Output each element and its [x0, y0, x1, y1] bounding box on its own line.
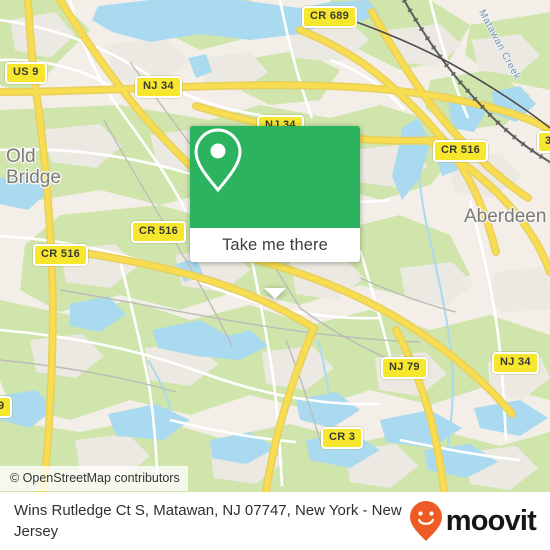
map-canvas[interactable]: Old Bridge Aberdeen Matawan Creek US 9 N…: [0, 0, 550, 492]
road-shield-cr3[interactable]: CR 3: [321, 427, 364, 449]
moovit-wordmark: moovit: [445, 504, 537, 537]
road-shield-cr516-mid[interactable]: CR 516: [131, 221, 187, 243]
place-label-aberdeen: Aberdeen: [464, 206, 547, 227]
moovit-logo[interactable]: moovit: [409, 500, 537, 542]
road-shield-cr689[interactable]: CR 689: [302, 6, 358, 28]
road-shield-nj79[interactable]: NJ 79: [381, 357, 428, 379]
location-callout-card[interactable]: Take me there: [190, 126, 360, 299]
map-pin-icon: [194, 128, 242, 193]
callout-tail: [264, 288, 286, 299]
take-me-there-label: Take me there: [222, 235, 328, 254]
address-label: Wins Rutledge Ct S, Matawan, NJ 07747, N…: [14, 502, 402, 540]
place-label-old-bridge: Old Bridge: [6, 146, 61, 188]
road-shield-nj34-south[interactable]: NJ 34: [492, 352, 539, 374]
moovit-pin-icon: [409, 501, 442, 541]
osm-attribution[interactable]: © OpenStreetMap contributors: [0, 466, 188, 491]
moovit-map-screenshot: Old Bridge Aberdeen Matawan Creek US 9 N…: [0, 0, 550, 550]
osm-attribution-text: © OpenStreetMap contributors: [10, 471, 180, 485]
road-shield-us9[interactable]: US 9: [5, 62, 47, 84]
take-me-there-button[interactable]: Take me there: [190, 228, 360, 262]
road-shield-cr516-west[interactable]: CR 516: [33, 244, 89, 266]
road-shield-9-edge[interactable]: 9: [0, 396, 13, 418]
road-shield-nj34-north[interactable]: NJ 34: [135, 76, 182, 98]
road-shield-3-edge[interactable]: 3: [537, 131, 550, 153]
callout-pin-area: [190, 126, 360, 228]
road-shield-cr516-east[interactable]: CR 516: [433, 140, 489, 162]
footer-bar: Wins Rutledge Ct S, Matawan, NJ 07747, N…: [0, 492, 550, 550]
